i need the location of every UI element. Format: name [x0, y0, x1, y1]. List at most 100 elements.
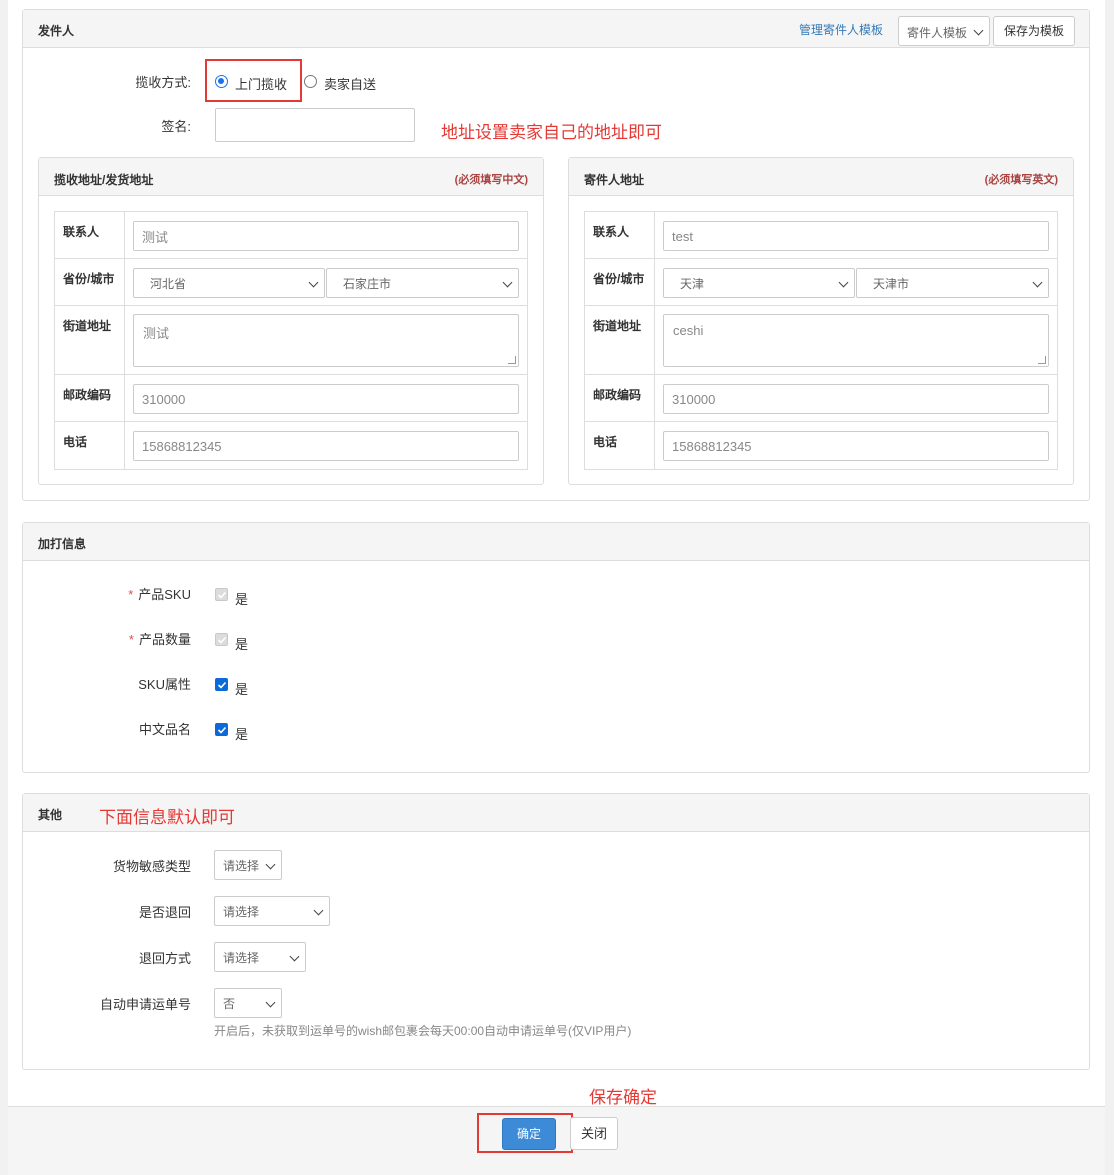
- pickup-street-textarea[interactable]: 测试: [133, 314, 519, 367]
- sender-contact-input[interactable]: test: [663, 221, 1049, 251]
- contact-label: 联系人: [585, 212, 655, 258]
- resize-grip-icon[interactable]: [508, 356, 516, 364]
- chevron-down-icon: [1032, 277, 1043, 288]
- pickup-address-required: (必须填写中文): [454, 174, 528, 186]
- pickup-address-panel: 揽收地址/发货地址 (必须填写中文) 联系人 测试 省份/城市 河北省 石家庄市: [38, 157, 544, 485]
- close-button[interactable]: 关闭: [570, 1117, 618, 1150]
- sender-address-table: 联系人 test 省份/城市 天津 天津市 街道地址 ceshi 邮政编码 31…: [584, 211, 1058, 470]
- sender-panel: 发件人 管理寄件人模板 寄件人模板 保存为模板 揽收方式: 上门揽收 卖家自送 …: [22, 9, 1090, 501]
- checkbox-sku-attr-text: 是: [235, 682, 249, 697]
- return-method-select[interactable]: 请选择: [214, 942, 306, 972]
- return-method-value: 请选择: [223, 950, 260, 965]
- return-select[interactable]: 请选择: [214, 896, 330, 926]
- sender-address-panel: 寄件人地址 (必须填写英文) 联系人 test 省份/城市 天津 天津市 街道地…: [568, 157, 1074, 485]
- checkbox-cn-name[interactable]: [215, 723, 228, 736]
- province-city-label: 省份/城市: [55, 259, 125, 305]
- auto-apply-select[interactable]: 否: [214, 988, 282, 1018]
- checkbox-product-sku-text: 是: [235, 592, 249, 607]
- checkbox-product-qty[interactable]: [215, 633, 228, 646]
- pickup-street-value: 测试: [143, 326, 170, 341]
- extra-print-header: 加打信息: [23, 523, 1089, 561]
- manage-template-link[interactable]: 管理寄件人模板: [799, 21, 883, 38]
- pickup-province-select[interactable]: 河北省: [133, 268, 325, 298]
- signature-input[interactable]: [215, 108, 415, 142]
- extra-item-label: * 产品SKU: [128, 587, 191, 602]
- radio-self-delivery-label: 卖家自送: [324, 77, 377, 92]
- table-row: 联系人 测试: [55, 212, 527, 259]
- pickup-city-select[interactable]: 石家庄市: [326, 268, 519, 298]
- zip-label: 邮政编码: [585, 375, 655, 421]
- other-panel: 其他 下面信息默认即可 货物敏感类型 请选择 是否退回 请选择 退回方式 请选择…: [22, 793, 1090, 1070]
- sensitive-type-select[interactable]: 请选择: [214, 850, 282, 880]
- sender-street-textarea[interactable]: ceshi: [663, 314, 1049, 367]
- table-row: 邮政编码 310000: [585, 375, 1057, 422]
- auto-apply-value: 否: [223, 996, 236, 1011]
- annotation-address-note: 地址设置卖家自己的地址即可: [441, 123, 662, 142]
- pickup-city-value: 石家庄市: [343, 276, 392, 291]
- pickup-contact-input[interactable]: 测试: [133, 221, 519, 251]
- return-value: 请选择: [223, 904, 260, 919]
- sender-address-title: 寄件人地址: [584, 173, 645, 187]
- auto-apply-hint: 开启后，未获取到运单号的wish邮包裹会每天00:00自动申请运单号(仅VIP用…: [214, 1024, 632, 1038]
- extra-print-title: 加打信息: [38, 537, 87, 551]
- sender-panel-header: 发件人 管理寄件人模板 寄件人模板 保存为模板: [23, 10, 1089, 48]
- other-header: 其他 下面信息默认即可: [23, 794, 1089, 832]
- phone-label: 电话: [55, 422, 125, 469]
- required-star: *: [128, 632, 134, 647]
- phone-label: 电话: [585, 422, 655, 469]
- template-select[interactable]: 寄件人模板: [898, 16, 990, 46]
- checkbox-cn-name-text: 是: [235, 727, 249, 742]
- province-city-label: 省份/城市: [585, 259, 655, 305]
- annotation-save-note: 保存确定: [589, 1088, 657, 1107]
- chevron-down-icon: [313, 905, 324, 916]
- contact-label: 联系人: [55, 212, 125, 258]
- save-template-button[interactable]: 保存为模板: [993, 16, 1075, 46]
- auto-apply-label: 自动申请运单号: [99, 997, 191, 1012]
- extra-item-label: SKU属性: [138, 677, 191, 692]
- chevron-down-icon: [973, 25, 984, 36]
- sensitive-type-value: 请选择: [223, 858, 260, 873]
- table-row: 电话 15868812345: [55, 422, 527, 469]
- sender-province-value: 天津: [680, 276, 705, 291]
- chevron-down-icon: [265, 997, 276, 1008]
- sender-zip-input[interactable]: 310000: [663, 384, 1049, 414]
- pickup-address-header: 揽收地址/发货地址 (必须填写中文): [39, 158, 543, 196]
- resize-grip-icon[interactable]: [1038, 356, 1046, 364]
- sensitive-type-label: 货物敏感类型: [112, 859, 191, 874]
- pickup-phone-input[interactable]: 15868812345: [133, 431, 519, 461]
- pickup-zip-input[interactable]: 310000: [133, 384, 519, 414]
- checkbox-sku-attr[interactable]: [215, 678, 228, 691]
- sender-address-required: (必须填写英文): [984, 174, 1058, 186]
- checkbox-product-sku[interactable]: [215, 588, 228, 601]
- table-row: 省份/城市 河北省 石家庄市: [55, 259, 527, 306]
- sender-city-select[interactable]: 天津市: [856, 268, 1049, 298]
- dialog: 发件人 管理寄件人模板 寄件人模板 保存为模板 揽收方式: 上门揽收 卖家自送 …: [8, 0, 1105, 1175]
- sender-phone-input[interactable]: 15868812345: [663, 431, 1049, 461]
- table-row: 邮政编码 310000: [55, 375, 527, 422]
- checkbox-product-qty-text: 是: [235, 637, 249, 652]
- other-title: 其他: [38, 808, 63, 822]
- extra-item-label: * 产品数量: [128, 632, 191, 647]
- return-label: 是否退回: [138, 905, 191, 920]
- confirm-button[interactable]: 确定: [502, 1118, 556, 1150]
- table-row: 街道地址 ceshi: [585, 306, 1057, 375]
- street-label: 街道地址: [55, 306, 125, 374]
- sender-province-select[interactable]: 天津: [663, 268, 855, 298]
- zip-label: 邮政编码: [55, 375, 125, 421]
- required-star: *: [128, 587, 134, 602]
- table-row: 省份/城市 天津 天津市: [585, 259, 1057, 306]
- pickup-address-table: 联系人 测试 省份/城市 河北省 石家庄市 街道地址 测试 邮政编码 31000…: [54, 211, 528, 470]
- chevron-down-icon: [838, 277, 849, 288]
- sender-city-value: 天津市: [873, 276, 910, 291]
- radio-self-delivery[interactable]: [304, 75, 317, 88]
- pickup-province-value: 河北省: [150, 276, 187, 291]
- street-label: 街道地址: [585, 306, 655, 374]
- return-method-label: 退回方式: [138, 951, 191, 966]
- extra-item-label: 中文品名: [138, 722, 191, 737]
- extra-print-panel: 加打信息 * 产品SKU 是 * 产品数量 是 SKU属性 是 中文品名 是: [22, 522, 1090, 773]
- radio-door-pickup-label: 上门揽收: [235, 77, 288, 92]
- annotation-default-note: 下面信息默认即可: [99, 808, 235, 827]
- chevron-down-icon: [265, 859, 276, 870]
- signature-label: 签名:: [161, 119, 191, 134]
- radio-door-pickup[interactable]: [215, 75, 228, 88]
